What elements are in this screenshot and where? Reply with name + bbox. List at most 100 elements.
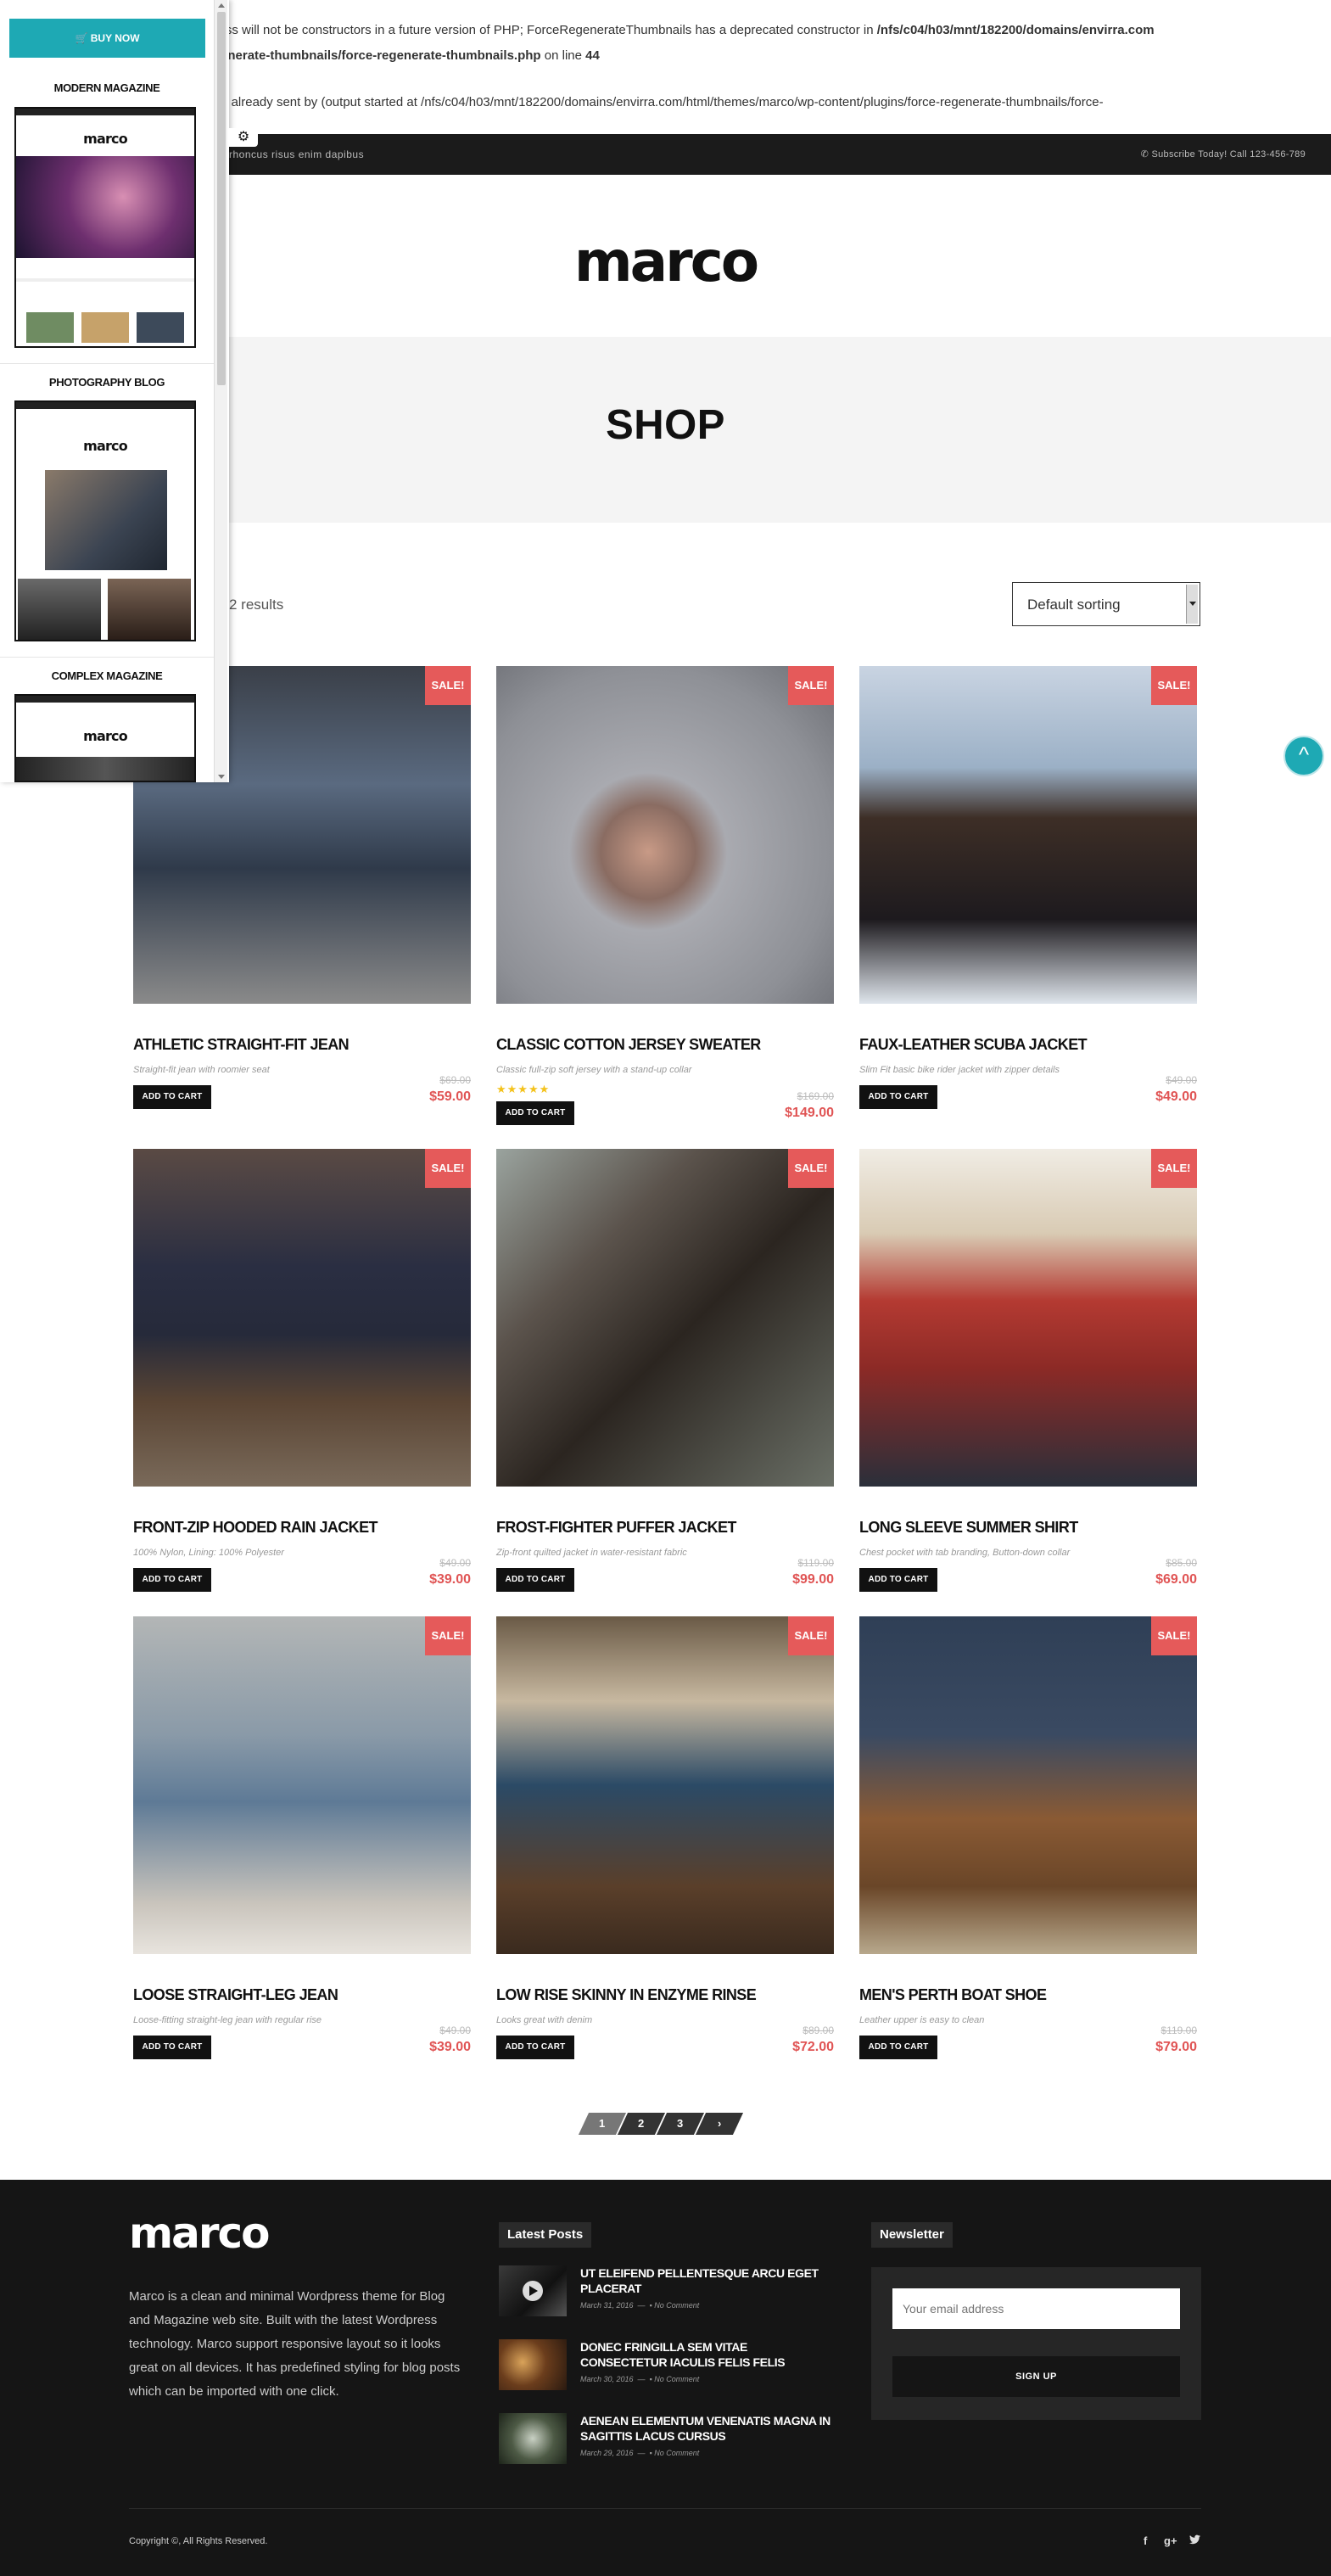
comment-icon: ▪ <box>649 2449 652 2457</box>
add-to-cart-button[interactable]: ADD TO CART <box>133 1085 211 1109</box>
latest-post[interactable]: DONEC FRINGILLA SEM VITAE CONSECTETUR IA… <box>499 2339 838 2394</box>
product-image[interactable]: SALE! <box>859 1149 1197 1487</box>
product-title[interactable]: LOOSE STRAIGHT-LEG JEAN <box>133 1986 338 2004</box>
sale-badge: SALE! <box>788 666 834 705</box>
latest-post[interactable]: AENEAN ELEMENTUM VENENATIS MAGNA IN SAGI… <box>499 2413 838 2467</box>
next-page-button[interactable]: › <box>695 2113 744 2135</box>
sale-price: $59.00 <box>429 1089 471 1104</box>
add-to-cart-button[interactable]: ADD TO CART <box>859 2036 937 2059</box>
product-description: Slim Fit basic bike rider jacket with zi… <box>859 1065 1060 1075</box>
add-to-cart-button[interactable]: ADD TO CART <box>133 2036 211 2059</box>
post-title[interactable]: AENEAN ELEMENTUM VENENATIS MAGNA IN SAGI… <box>580 2413 835 2444</box>
play-icon <box>523 2281 543 2301</box>
product-image[interactable]: SALE! <box>496 1149 834 1487</box>
subscribe-contact[interactable]: ✆ Subscribe Today! Call 123-456-789 <box>1141 148 1306 160</box>
demo-thumb <box>26 312 74 343</box>
product-image[interactable]: SALE! <box>133 1616 471 1954</box>
demo-modern-magazine[interactable]: marco <box>14 107 196 348</box>
product-card: SALE! LONG SLEEVE SUMMER SHIRT Chest pocke… <box>859 1149 1197 1592</box>
demo-thumb <box>81 312 129 343</box>
facebook-icon[interactable]: f <box>1144 2534 1147 2547</box>
product-card: SALE! MEN'S PERTH BOAT SHOE Leather upper … <box>859 1616 1197 2059</box>
product-description: Classic full-zip soft jersey with a stan… <box>496 1065 692 1075</box>
footer-divider <box>129 2508 1201 2509</box>
sale-price: $72.00 <box>792 2040 834 2054</box>
demo-hero-image <box>16 156 194 258</box>
copyright: Copyright ©, All Rights Reserved. <box>129 2536 268 2546</box>
post-title[interactable]: DONEC FRINGILLA SEM VITAE CONSECTETUR IA… <box>580 2339 835 2370</box>
scroll-up-icon[interactable] <box>218 3 225 8</box>
product-description: 100% Nylon, Lining: 100% Polyester <box>133 1548 284 1558</box>
sale-badge: SALE! <box>425 1616 471 1655</box>
product-title[interactable]: CLASSIC COTTON JERSEY SWEATER <box>496 1036 761 1054</box>
product-image[interactable]: SALE! <box>859 1616 1197 1954</box>
latest-posts-title: Latest Posts <box>499 2222 592 2248</box>
product-card: SALE! FAUX-LEATHER SCUBA JACKET Slim Fit b… <box>859 666 1197 1109</box>
product-image[interactable]: SALE! <box>496 1616 834 1954</box>
sorting-select[interactable]: Default sorting <box>1012 582 1200 626</box>
original-price: $69.00 <box>439 1074 471 1086</box>
product-card: SALE! FROST-FIGHTER PUFFER JACKET Zip-fron… <box>496 1149 834 1592</box>
demo-complex-magazine[interactable]: marco <box>14 694 196 782</box>
add-to-cart-button[interactable]: ADD TO CART <box>496 2036 574 2059</box>
email-field[interactable] <box>892 2288 1180 2329</box>
original-price: $89.00 <box>803 2024 834 2036</box>
demo-separator <box>16 278 194 282</box>
demo-title: PHOTOGRAPHY BLOG <box>48 376 165 389</box>
post-thumbnail[interactable] <box>499 2339 567 2390</box>
sale-price: $149.00 <box>785 1106 834 1120</box>
product-title[interactable]: FRONT-ZIP HOODED RAIN JACKET <box>133 1519 377 1537</box>
sale-price: $39.00 <box>429 2040 471 2054</box>
sale-price: $99.00 <box>792 1572 834 1587</box>
latest-post[interactable]: UT ELEIFEND PELLENTESQUE ARCU EGET PLACE… <box>499 2265 838 2320</box>
footer-about: Marco is a clean and minimal Wordpress t… <box>129 2289 461 2399</box>
product-title[interactable]: LONG SLEEVE SUMMER SHIRT <box>859 1519 1078 1537</box>
sale-badge: SALE! <box>425 1149 471 1188</box>
product-title[interactable]: LOW RISE SKINNY IN ENZYME RINSE <box>496 1986 757 2004</box>
product-card: SALE! LOOSE STRAIGHT-LEG JEAN Loose-fittin… <box>133 1616 471 2059</box>
google-plus-icon[interactable]: g+ <box>1164 2534 1177 2547</box>
post-thumbnail[interactable] <box>499 2265 567 2316</box>
product-image[interactable]: SALE! <box>496 666 834 1004</box>
post-title[interactable]: UT ELEIFEND PELLENTESQUE ARCU EGET PLACE… <box>580 2265 835 2296</box>
product-description: Straight-fit jean with roomier seat <box>133 1065 270 1075</box>
product-title[interactable]: ATHLETIC STRAIGHT-FIT JEAN <box>133 1036 350 1054</box>
gear-icon[interactable]: ⚙ <box>229 128 258 147</box>
product-image[interactable]: SALE! <box>133 1149 471 1487</box>
demo-nav <box>16 109 194 115</box>
twitter-icon[interactable] <box>1189 2534 1200 2547</box>
product-description: Chest pocket with tab branding, Button-d… <box>859 1548 1071 1558</box>
add-to-cart-button[interactable]: ADD TO CART <box>496 1568 574 1592</box>
back-to-top-button[interactable]: ^ <box>1283 736 1324 776</box>
product-description: Loose-fitting straight-leg jean with reg… <box>133 2015 322 2025</box>
original-price: $85.00 <box>1166 1557 1197 1569</box>
footer-logo[interactable]: marco <box>129 2209 270 2258</box>
newsletter-title: Newsletter <box>871 2222 953 2248</box>
add-to-cart-button[interactable]: ADD TO CART <box>496 1101 574 1125</box>
original-price: $119.00 <box>797 1557 835 1569</box>
demo-photography-blog[interactable]: marco <box>14 400 196 641</box>
phone-icon: ✆ <box>1140 149 1152 160</box>
product-title[interactable]: MEN'S PERTH BOAT SHOE <box>859 1986 1047 2004</box>
sign-up-button[interactable]: SIGN UP <box>892 2356 1180 2397</box>
buy-now-button[interactable]: 🛒 BUY NOW <box>9 19 205 58</box>
scroll-down-icon[interactable] <box>218 775 225 779</box>
sale-badge: SALE! <box>1151 1149 1197 1188</box>
product-title[interactable]: FROST-FIGHTER PUFFER JACKET <box>496 1519 736 1537</box>
add-to-cart-button[interactable]: ADD TO CART <box>859 1085 937 1109</box>
product-description: Leather upper is easy to clean <box>859 2015 985 2025</box>
scrollbar-thumb[interactable] <box>217 12 226 385</box>
add-to-cart-button[interactable]: ADD TO CART <box>133 1568 211 1592</box>
php-warning-line-2: gins/force-regenerate-thumbnails/force-r… <box>136 48 600 63</box>
php-warning-line-1: ame as their class will not be construct… <box>136 23 1155 37</box>
panel-scrollbar[interactable] <box>214 0 227 782</box>
sale-price: $69.00 <box>1155 1572 1197 1587</box>
product-title[interactable]: FAUX-LEATHER SCUBA JACKET <box>859 1036 1088 1054</box>
product-description: Zip-front quilted jacket in water-resist… <box>496 1548 687 1558</box>
post-thumbnail[interactable] <box>499 2413 567 2464</box>
sale-badge: SALE! <box>1151 1616 1197 1655</box>
chevron-down-icon <box>1186 585 1198 624</box>
product-image[interactable]: SALE! <box>859 666 1197 1004</box>
add-to-cart-button[interactable]: ADD TO CART <box>859 1568 937 1592</box>
original-price: $49.00 <box>439 1557 471 1569</box>
